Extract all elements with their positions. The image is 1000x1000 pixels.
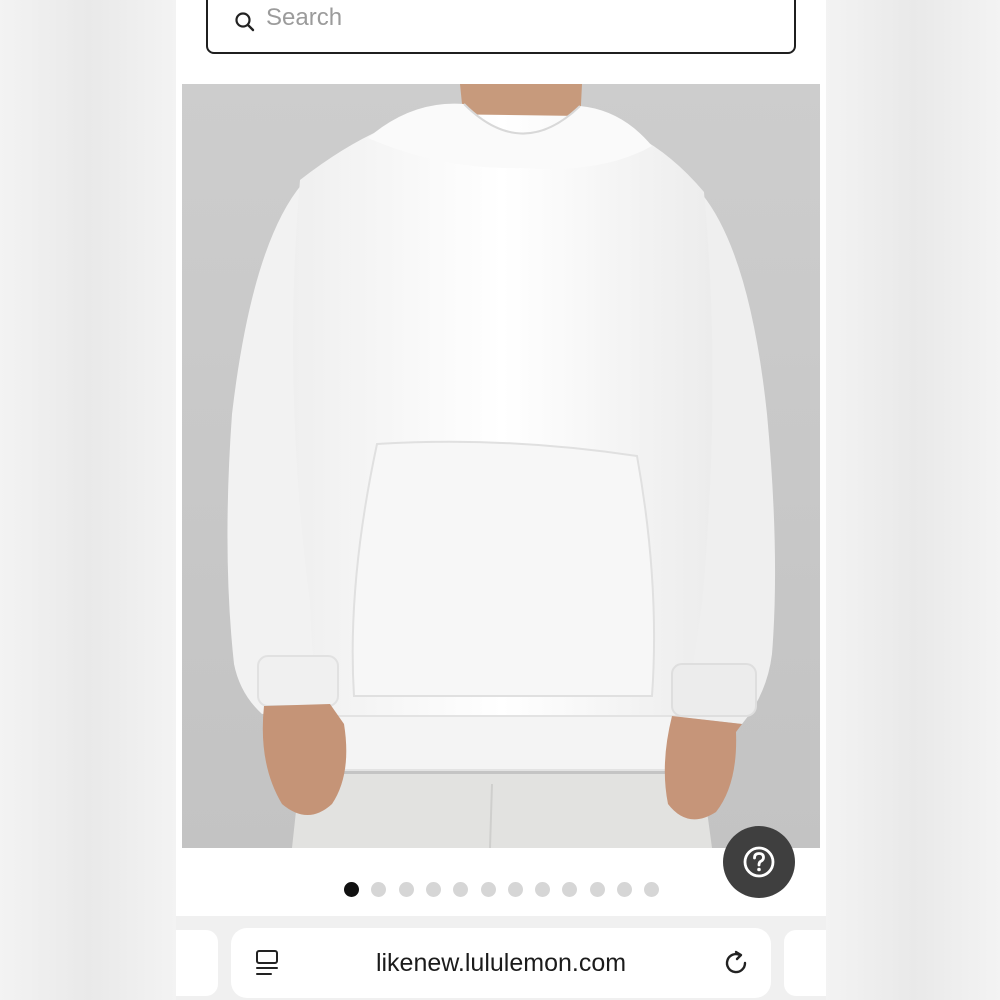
- carousel-dots: [176, 882, 826, 898]
- backdrop-left: [0, 0, 176, 1000]
- carousel-dot-active[interactable]: [344, 882, 359, 897]
- search-icon: [235, 12, 255, 32]
- carousel-dot[interactable]: [453, 882, 469, 897]
- carousel-dot[interactable]: [507, 882, 523, 897]
- carousel-dot[interactable]: [398, 882, 414, 897]
- address-bar[interactable]: likenew.lululemon.com: [231, 928, 771, 998]
- browser-bottom-bar: likenew.lululemon.com: [176, 916, 826, 1000]
- question-mark-icon: [743, 846, 775, 878]
- carousel-dot[interactable]: [535, 882, 551, 897]
- search-input[interactable]: Search: [206, 0, 796, 54]
- carousel-dot[interactable]: [644, 882, 660, 897]
- carousel-dot[interactable]: [371, 882, 387, 897]
- carousel-dot[interactable]: [425, 882, 441, 897]
- carousel-dot[interactable]: [617, 882, 632, 897]
- url-text: likenew.lululemon.com: [375, 949, 627, 977]
- search-placeholder: Search: [266, 4, 343, 31]
- carousel-dot[interactable]: [480, 882, 496, 897]
- reload-icon[interactable]: [721, 948, 751, 978]
- backdrop-right: [826, 0, 1000, 1000]
- hoodie-photo: [182, 84, 820, 848]
- phone-screen: Search likenew.lululemon.com: [176, 0, 826, 1000]
- carousel-dot[interactable]: [562, 882, 578, 897]
- next-tab[interactable]: [784, 930, 826, 996]
- carousel-dot[interactable]: [589, 882, 605, 897]
- product-image[interactable]: [182, 84, 820, 848]
- previous-tab[interactable]: [176, 930, 218, 996]
